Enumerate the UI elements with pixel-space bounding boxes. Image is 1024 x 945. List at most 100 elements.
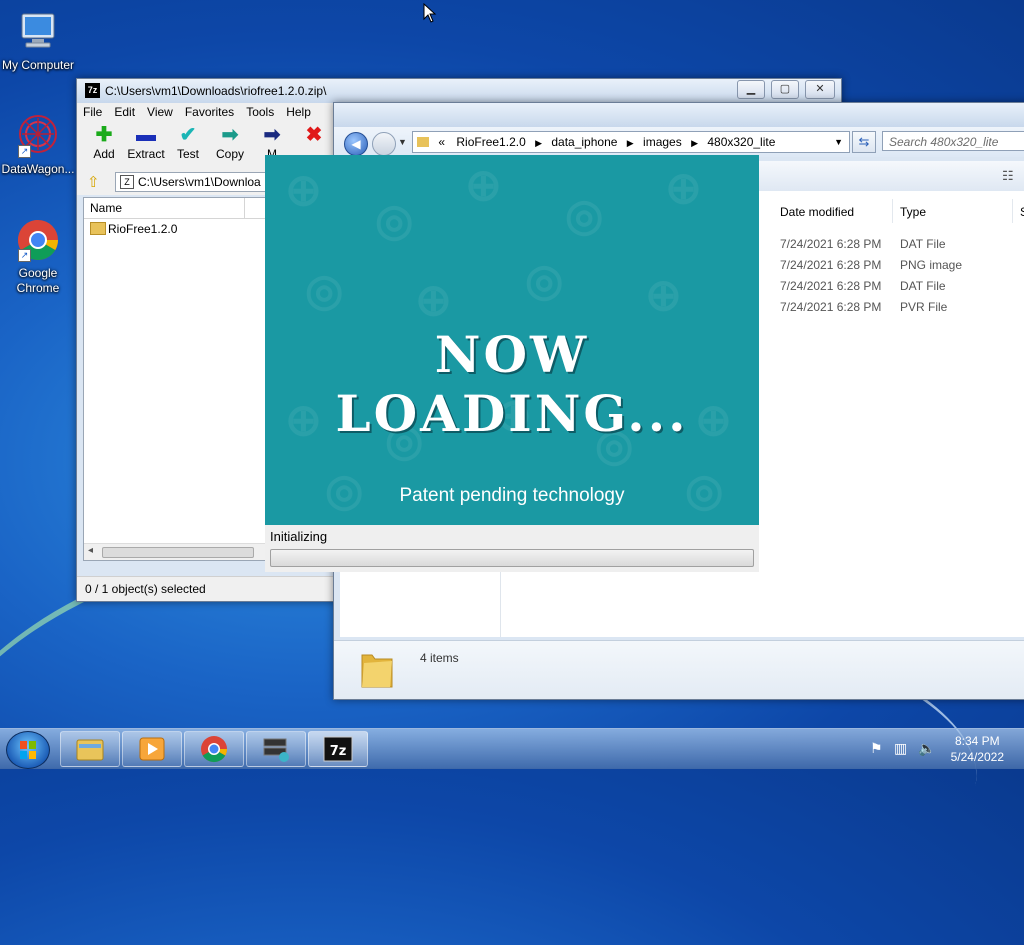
row-type: PVR File <box>900 300 948 314</box>
recent-pages-chevron-icon[interactable]: ▼ <box>398 137 407 147</box>
extract-label: Extract <box>127 147 165 161</box>
minus-icon: ▬ <box>136 124 156 146</box>
scroll-thumb[interactable] <box>102 547 254 558</box>
system-tray: ⚑ ▥ 🔈 8:34 PM 5/24/2022 <box>864 729 1024 769</box>
back-arrow-icon: ◀ <box>351 137 361 151</box>
add-button[interactable]: ✚ Add <box>82 123 126 161</box>
refresh-button[interactable]: ⇆ <box>852 131 876 153</box>
forward-button[interactable] <box>372 132 396 156</box>
clock-date: 5/24/2022 <box>950 750 1004 764</box>
taskbar-network-app[interactable] <box>246 731 306 767</box>
search-input[interactable]: Search 480x320_lite <box>882 131 1024 151</box>
desktop-icon-label: DataWagon... <box>1 162 75 176</box>
chrome-icon <box>201 736 228 763</box>
row-type: DAT File <box>900 279 946 293</box>
desktop-icon-my-computer[interactable]: My Computer <box>0 8 76 73</box>
datawagon-icon: ↗ <box>14 112 62 160</box>
menu-tools[interactable]: Tools <box>240 103 280 119</box>
splash-image: ⊕ ◎ ⊕ ◎ ⊕ ◎ ⊕ ◎ ⊕ ⊕ ◎ ⊕ ◎ ⊕ ◎ ◎ NOW LOADING... Pat… <box>265 155 759 525</box>
check-icon: ✔ <box>179 124 197 146</box>
taskbar-chrome[interactable] <box>184 731 244 767</box>
maximize-button[interactable]: ▢ <box>771 80 799 99</box>
windows-logo-icon <box>20 741 36 759</box>
7zip-icon: 7z <box>323 736 353 762</box>
desktop-icon-label: My Computer <box>1 58 75 72</box>
breadcrumb-item[interactable]: images <box>643 135 682 149</box>
desktop-icon-google-chrome[interactable]: ↗ Google Chrome <box>0 216 76 296</box>
breadcrumb-item[interactable]: data_iphone <box>551 135 617 149</box>
scroll-left-icon[interactable]: ◂ <box>88 545 93 556</box>
menu-help[interactable]: Help <box>280 103 317 119</box>
address-text: C:\Users\vm1\Downloa <box>138 175 261 189</box>
up-folder-icon[interactable]: ⇧ <box>87 173 105 191</box>
taskbar-media-player[interactable] <box>122 731 182 767</box>
row-date: 7/24/2021 6:28 PM <box>780 237 882 251</box>
menu-favorites[interactable]: Favorites <box>179 103 240 119</box>
breadcrumb-overflow[interactable]: « <box>438 135 445 149</box>
row-date: 7/24/2021 6:28 PM <box>780 279 882 293</box>
volume-icon[interactable]: 🔈 <box>918 740 935 757</box>
close-button[interactable]: ✕ <box>805 80 835 99</box>
taskbar: 7z ⚑ ▥ 🔈 8:34 PM 5/24/2022 <box>0 728 1024 769</box>
test-button[interactable]: ✔ Test <box>166 123 210 161</box>
sevenzip-titlebar[interactable]: 7z C:\Users\vm1\Downloads\riofree1.2.0.z… <box>77 79 841 103</box>
back-button[interactable]: ◀ <box>344 132 368 156</box>
delete-icon: ✖ <box>305 124 323 146</box>
breadcrumb-item-current[interactable]: 480x320_lite <box>707 135 775 149</box>
breadcrumb-separator-icon[interactable]: ▶ <box>535 138 542 148</box>
column-type[interactable]: Type <box>900 205 926 219</box>
explorer-titlebar[interactable] <box>334 103 1024 127</box>
test-label: Test <box>176 147 199 161</box>
column-date-modified[interactable]: Date modified <box>780 205 854 219</box>
column-divider <box>892 199 893 223</box>
item-name: RioFree1.2.0 <box>108 222 178 236</box>
computer-icon <box>14 8 62 56</box>
minimize-button[interactable]: ▁ <box>737 80 765 99</box>
chrome-icon: ↗ <box>14 216 62 264</box>
folder-icon <box>90 222 106 235</box>
desktop-icon-label: Google Chrome <box>16 266 60 295</box>
item-count: 4 items <box>420 651 459 665</box>
clock[interactable]: 8:34 PM 5/24/2022 <box>951 733 1004 765</box>
copy-button[interactable]: ➡ Copy <box>208 123 252 161</box>
loading-headline: NOW LOADING... <box>335 325 689 443</box>
column-size[interactable]: S <box>1020 205 1024 219</box>
breadcrumb-separator-icon[interactable]: ▶ <box>627 138 634 148</box>
action-center-flag-icon[interactable]: ⚑ <box>870 740 883 757</box>
clock-time: 8:34 PM <box>954 734 1000 748</box>
details-pane: 4 items <box>334 640 1024 699</box>
loading-window: ⊕ ◎ ⊕ ◎ ⊕ ◎ ⊕ ◎ ⊕ ⊕ ◎ ⊕ ◎ ⊕ ◎ ◎ NOW LOADING... Pat… <box>265 155 759 572</box>
navigation-bar: ◀ ▼ « RioFree1.2.0 ▶ data_iphone ▶ image… <box>334 127 1024 157</box>
view-options-icon[interactable]: ☷ <box>1002 168 1014 184</box>
menu-file[interactable]: File <box>77 103 108 119</box>
address-dropdown-icon[interactable]: ▼ <box>834 137 843 147</box>
7zip-icon: 7z <box>85 83 100 98</box>
row-date: 7/24/2021 6:28 PM <box>780 258 882 272</box>
delete-button[interactable]: ✖ <box>292 123 336 147</box>
folder-icon <box>360 649 394 689</box>
mouse-cursor-icon <box>423 2 437 26</box>
start-button[interactable] <box>6 731 50 769</box>
taskbar-explorer[interactable] <box>60 731 120 767</box>
loading-tagline: Patent pending technology <box>399 485 625 506</box>
breadcrumb[interactable]: « RioFree1.2.0 ▶ data_iphone ▶ images ▶ … <box>412 131 850 153</box>
breadcrumb-separator-icon[interactable]: ▶ <box>691 138 698 148</box>
drive-icon: Z <box>120 175 134 189</box>
refresh-icon: ⇆ <box>858 134 870 149</box>
menu-view[interactable]: View <box>141 103 179 119</box>
breadcrumb-item[interactable]: RioFree1.2.0 <box>456 135 525 149</box>
window-title: C:\Users\vm1\Downloads\riofree1.2.0.zip\ <box>105 84 327 98</box>
taskbar-7zip[interactable]: 7z <box>308 731 368 767</box>
status-text: 0 / 1 object(s) selected <box>85 582 206 596</box>
folder-icon <box>417 137 429 147</box>
network-icon[interactable]: ▥ <box>894 740 907 757</box>
desktop-icon-datawagon[interactable]: ↗ DataWagon... <box>0 112 76 177</box>
extract-button[interactable]: ▬ Extract <box>124 123 168 161</box>
row-type: PNG image <box>900 258 963 272</box>
row-date: 7/24/2021 6:28 PM <box>780 300 882 314</box>
copy-arrow-icon: ➡ <box>221 124 239 146</box>
column-divider <box>1012 199 1013 223</box>
menu-edit[interactable]: Edit <box>108 103 141 119</box>
row-type: DAT File <box>900 237 946 251</box>
plus-icon: ✚ <box>95 124 113 146</box>
